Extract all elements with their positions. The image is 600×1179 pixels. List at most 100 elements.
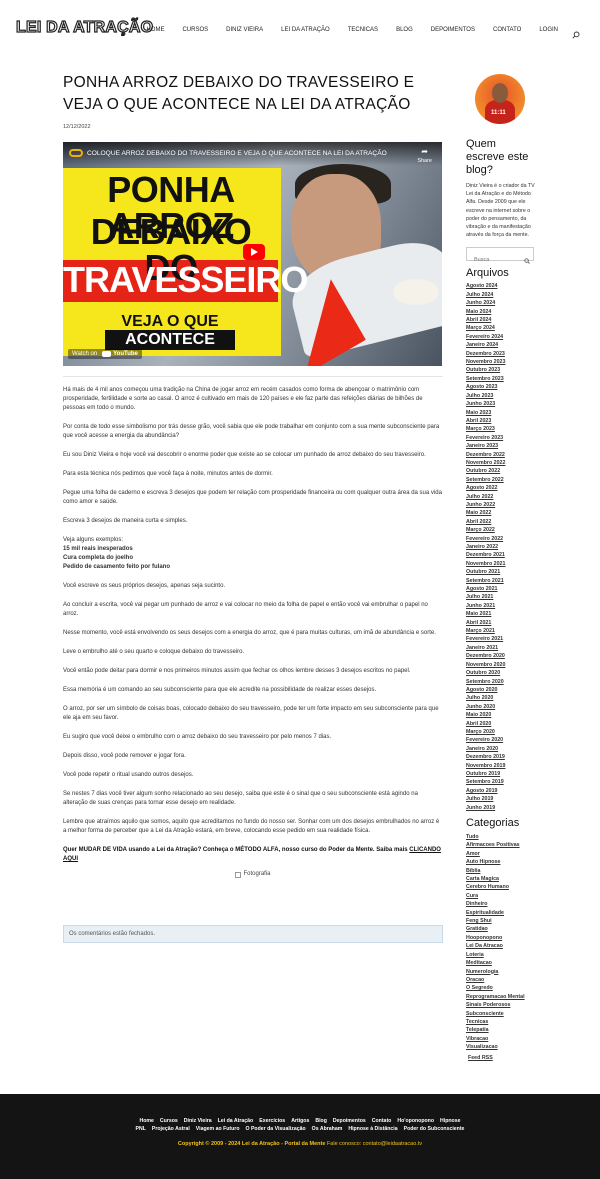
category-link[interactable]: Lei Da Atracao xyxy=(466,942,536,950)
channel-icon[interactable] xyxy=(69,149,83,157)
archive-link[interactable]: Julho 2023 xyxy=(466,392,536,400)
footer-link[interactable]: Hipnose à Distância xyxy=(348,1125,397,1133)
archive-link[interactable]: Outubro 2023 xyxy=(466,366,536,374)
archive-link[interactable]: Janeiro 2023 xyxy=(466,442,536,450)
nav-cursos[interactable]: CURSOS xyxy=(182,27,208,33)
archive-link[interactable]: Abril 2023 xyxy=(466,417,536,425)
archive-link[interactable]: Janeiro 2021 xyxy=(466,644,536,652)
youtube-embed[interactable]: PONHA ARROZ DEBAIXO DO TRAVESSEIRO VEJA … xyxy=(63,142,442,366)
category-link[interactable]: Telepatia xyxy=(466,1026,536,1034)
archive-link[interactable]: Março 2022 xyxy=(466,526,536,534)
archive-link[interactable]: Outubro 2021 xyxy=(466,568,536,576)
category-link[interactable]: Auto Hipnose xyxy=(466,858,536,866)
archive-link[interactable]: Agosto 2020 xyxy=(466,686,536,694)
category-link[interactable]: Tudo xyxy=(466,833,536,841)
archive-link[interactable]: Março 2023 xyxy=(466,425,536,433)
category-link[interactable]: Oracao xyxy=(466,976,536,984)
archive-link[interactable]: Julho 2019 xyxy=(466,795,536,803)
archive-link[interactable]: Abril 2021 xyxy=(466,619,536,627)
category-link[interactable]: Gratidao xyxy=(466,925,536,933)
archive-link[interactable]: Agosto 2023 xyxy=(466,383,536,391)
archive-link[interactable]: Agosto 2019 xyxy=(466,787,536,795)
nav-tecnicas[interactable]: TECNICAS xyxy=(348,27,378,33)
category-link[interactable]: Visualizacao xyxy=(466,1043,536,1051)
archive-link[interactable]: Junho 2023 xyxy=(466,400,536,408)
archive-link[interactable]: Setembro 2019 xyxy=(466,778,536,786)
archive-link[interactable]: Março 2021 xyxy=(466,627,536,635)
contact-email[interactable]: Fale conosco: contato@leidaatracao.tv xyxy=(327,1141,422,1147)
category-link[interactable]: Amor xyxy=(466,850,536,858)
archive-link[interactable]: Fevereiro 2023 xyxy=(466,434,536,442)
nav-contato[interactable]: CONTATO xyxy=(493,27,521,33)
share-button[interactable]: ➦ Share xyxy=(417,147,432,164)
archive-link[interactable]: Outubro 2019 xyxy=(466,770,536,778)
footer-link[interactable]: Artigos xyxy=(291,1117,309,1125)
nav-home[interactable]: HOME xyxy=(146,27,164,33)
archive-link[interactable]: Fevereiro 2022 xyxy=(466,535,536,543)
archive-link[interactable]: Fevereiro 2024 xyxy=(466,333,536,341)
category-link[interactable]: Vibracao xyxy=(466,1035,536,1043)
footer-link[interactable]: Lei da Atração xyxy=(218,1117,254,1125)
archive-link[interactable]: Abril 2024 xyxy=(466,316,536,324)
archive-link[interactable]: Fevereiro 2021 xyxy=(466,635,536,643)
archive-link[interactable]: Julho 2020 xyxy=(466,694,536,702)
archive-link[interactable]: Agosto 2024 xyxy=(466,282,536,290)
footer-link[interactable]: PNL xyxy=(136,1125,146,1133)
archive-link[interactable]: Abril 2020 xyxy=(466,720,536,728)
footer-link[interactable]: Exercícios xyxy=(259,1117,285,1125)
archive-link[interactable]: Setembro 2020 xyxy=(466,678,536,686)
archive-link[interactable]: Fevereiro 2020 xyxy=(466,736,536,744)
nav-diniz-vieira[interactable]: DINIZ VIEIRA xyxy=(226,27,263,33)
archive-link[interactable]: Junho 2022 xyxy=(466,501,536,509)
category-link[interactable]: O Segredo xyxy=(466,984,536,992)
footer-link[interactable]: Hipnose xyxy=(440,1117,460,1125)
category-link[interactable]: Loteria xyxy=(466,951,536,959)
archive-link[interactable]: Novembro 2023 xyxy=(466,358,536,366)
video-title[interactable]: COLOQUE ARROZ DEBAIXO DO TRAVESSEIRO E V… xyxy=(87,150,387,157)
archive-link[interactable]: Janeiro 2022 xyxy=(466,543,536,551)
archive-link[interactable]: Junho 2020 xyxy=(466,703,536,711)
category-link[interactable]: Hooponopono xyxy=(466,934,536,942)
archive-link[interactable]: Março 2024 xyxy=(466,324,536,332)
footer-link[interactable]: Ho'oponopono xyxy=(397,1117,434,1125)
category-link[interactable]: Numerologia xyxy=(466,968,536,976)
category-link[interactable]: Subconsciente xyxy=(466,1010,536,1018)
category-link[interactable]: Afirmacoes Positivas xyxy=(466,841,536,849)
play-button[interactable] xyxy=(243,244,265,260)
archive-link[interactable]: Dezembro 2022 xyxy=(466,451,536,459)
archive-link[interactable]: Abril 2022 xyxy=(466,518,536,526)
archive-link[interactable]: Julho 2024 xyxy=(466,291,536,299)
category-link[interactable]: Carta Magica xyxy=(466,875,536,883)
archive-link[interactable]: Junho 2024 xyxy=(466,299,536,307)
archive-link[interactable]: Maio 2021 xyxy=(466,610,536,618)
archive-link[interactable]: Agosto 2021 xyxy=(466,585,536,593)
footer-link[interactable]: Blog xyxy=(315,1117,327,1125)
archive-link[interactable]: Novembro 2021 xyxy=(466,560,536,568)
footer-link[interactable]: O Poder da Visualização xyxy=(246,1125,306,1133)
category-link[interactable]: Sinais Poderosos xyxy=(466,1001,536,1009)
nav-login[interactable]: LOGIN xyxy=(539,27,558,33)
category-link[interactable]: Bíblia xyxy=(466,867,536,875)
archive-link[interactable]: Junho 2019 xyxy=(466,804,536,812)
category-link[interactable]: Dinheiro xyxy=(466,900,536,908)
footer-link[interactable]: Contato xyxy=(372,1117,392,1125)
archive-link[interactable]: Setembro 2022 xyxy=(466,476,536,484)
footer-link[interactable]: Depoimentos xyxy=(333,1117,366,1125)
archive-link[interactable]: Novembro 2022 xyxy=(466,459,536,467)
archive-link[interactable]: Junho 2021 xyxy=(466,602,536,610)
footer-link[interactable]: Poder do Subconsciente xyxy=(404,1125,465,1133)
footer-link[interactable]: Projeção Astral xyxy=(152,1125,190,1133)
nav-depoimentos[interactable]: DEPOIMENTOS xyxy=(431,27,475,33)
category-link[interactable]: Tecnicas xyxy=(466,1018,536,1026)
category-link[interactable]: Cerebro Humano xyxy=(466,883,536,891)
search-icon[interactable] xyxy=(572,26,580,39)
category-link[interactable]: Cura xyxy=(466,892,536,900)
feed-rss-link[interactable]: Feed RSS xyxy=(468,1055,536,1061)
archive-link[interactable]: Setembro 2021 xyxy=(466,577,536,585)
archive-link[interactable]: Outubro 2020 xyxy=(466,669,536,677)
search-input[interactable] xyxy=(467,254,521,267)
category-link[interactable]: Reprogramacao Mental xyxy=(466,993,536,1001)
archive-link[interactable]: Dezembro 2020 xyxy=(466,652,536,660)
search-icon[interactable] xyxy=(524,251,530,265)
archive-link[interactable]: Maio 2022 xyxy=(466,509,536,517)
